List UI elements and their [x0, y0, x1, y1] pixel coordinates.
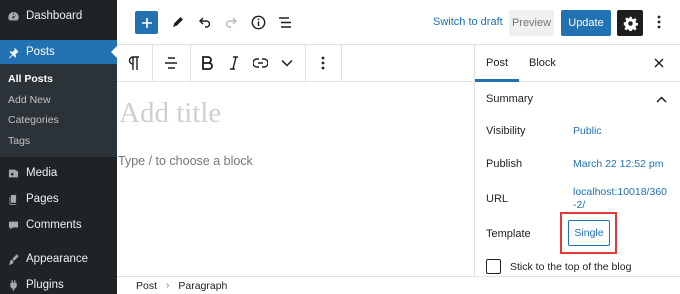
- block-inserter-button[interactable]: [135, 11, 158, 34]
- panel-title: Summary: [486, 93, 534, 105]
- tab-post[interactable]: Post: [486, 57, 508, 69]
- sidebar-item-appearance[interactable]: Appearance: [0, 247, 117, 271]
- sidebar-item-label: Pages: [26, 193, 59, 205]
- admin-sidebar: Dashboard Posts All Posts Add New Catego…: [0, 0, 117, 294]
- sidebar-item-plugins[interactable]: Plugins: [0, 273, 117, 294]
- submenu-categories[interactable]: Categories: [0, 110, 117, 131]
- editor-header: Switch to draft Preview Update: [117, 0, 680, 45]
- align-button[interactable]: [161, 53, 181, 73]
- sidebar-item-media[interactable]: Media: [0, 161, 117, 185]
- sidebar-item-label: Plugins: [26, 279, 64, 291]
- chevron-right-icon: ›: [166, 280, 170, 291]
- submenu-add-new[interactable]: Add New: [0, 90, 117, 111]
- chevron-up-icon: [655, 93, 667, 105]
- options-button[interactable]: [651, 12, 667, 32]
- media-icon: [6, 166, 20, 180]
- submenu-tags[interactable]: Tags: [0, 131, 117, 152]
- sidebar-item-dashboard[interactable]: Dashboard: [0, 4, 117, 28]
- sticky-checkbox[interactable]: [486, 259, 501, 274]
- publish-label: Publish: [486, 158, 523, 170]
- toolbar-divider: [152, 45, 153, 82]
- settings-tabs: Post Block: [475, 45, 680, 82]
- pages-icon: [6, 192, 20, 206]
- visibility-toggle[interactable]: Public: [573, 125, 602, 137]
- toolbar-divider: [305, 45, 306, 82]
- gear-icon: [623, 16, 638, 31]
- undo-icon: [199, 17, 211, 28]
- list-view-button[interactable]: [275, 12, 295, 32]
- template-button[interactable]: Single: [568, 220, 610, 246]
- close-icon: [654, 58, 664, 68]
- block-type-button[interactable]: [124, 53, 144, 73]
- url-toggle-line-2[interactable]: -2/: [573, 199, 585, 211]
- more-rich-text-button[interactable]: [277, 53, 297, 73]
- url-label: URL: [486, 193, 509, 205]
- toolbar-divider: [341, 45, 342, 82]
- post-title-input[interactable]: Add title: [119, 97, 221, 130]
- chevron-down-icon: [281, 59, 293, 67]
- tools-button[interactable]: [168, 12, 188, 32]
- pencil-icon: [173, 17, 183, 27]
- align-left-icon: [165, 57, 177, 69]
- sidebar-item-label: Comments: [26, 219, 82, 231]
- plus-icon: [141, 17, 152, 28]
- url-toggle-line-1[interactable]: localhost:10018/360: [573, 186, 667, 198]
- plugin-icon: [6, 278, 20, 292]
- link-button[interactable]: [250, 53, 270, 73]
- publish-date-toggle[interactable]: March 22 12:52 pm: [573, 158, 663, 170]
- paragraph-block[interactable]: Type / to choose a block: [118, 154, 253, 168]
- breadcrumb-paragraph[interactable]: Paragraph: [178, 280, 227, 292]
- details-button[interactable]: [248, 12, 268, 32]
- template-label: Template: [486, 228, 531, 240]
- more-vertical-icon: [321, 56, 325, 70]
- paragraph-icon: [128, 55, 139, 70]
- preview-button[interactable]: Preview: [509, 10, 554, 36]
- submenu-all-posts[interactable]: All Posts: [0, 69, 117, 90]
- more-vertical-icon: [657, 15, 661, 29]
- comment-icon: [6, 218, 20, 232]
- update-button[interactable]: Update: [561, 10, 611, 36]
- editor-canvas: Add title Type / to choose a block: [117, 82, 474, 276]
- redo-button[interactable]: [221, 12, 241, 32]
- bold-icon: [202, 56, 213, 70]
- redo-icon: [225, 17, 237, 28]
- brush-icon: [6, 252, 20, 266]
- dashboard-icon: [6, 9, 20, 23]
- sidebar-item-posts[interactable]: Posts: [0, 40, 117, 64]
- sidebar-item-label: Media: [26, 167, 58, 179]
- list-view-icon: [278, 16, 291, 28]
- toolbar-divider: [190, 45, 191, 82]
- sidebar-item-pages[interactable]: Pages: [0, 187, 117, 211]
- sidebar-item-label: Posts: [26, 46, 55, 58]
- close-settings-button[interactable]: [652, 56, 666, 70]
- sidebar-item-comments[interactable]: Comments: [0, 213, 117, 237]
- block-toolbar: [117, 45, 474, 82]
- switch-to-draft-button[interactable]: Switch to draft: [433, 16, 503, 28]
- italic-icon: [230, 56, 238, 70]
- bold-button[interactable]: [197, 53, 217, 73]
- block-options-button[interactable]: [313, 53, 333, 73]
- breadcrumb-post[interactable]: Post: [136, 280, 157, 292]
- settings-button[interactable]: [617, 10, 643, 36]
- sticky-label: Stick to the top of the blog: [510, 261, 632, 273]
- italic-button[interactable]: [224, 53, 244, 73]
- info-icon: [251, 15, 265, 29]
- sidebar-item-label: Appearance: [26, 253, 89, 265]
- posts-submenu: All Posts Add New Categories Tags: [0, 64, 117, 157]
- sidebar-item-label: Dashboard: [26, 10, 83, 22]
- visibility-label: Visibility: [486, 125, 526, 137]
- undo-button[interactable]: [195, 12, 215, 32]
- summary-panel-toggle[interactable]: Summary: [475, 82, 680, 114]
- tab-block[interactable]: Block: [529, 57, 556, 69]
- settings-sidebar: Post Block Summary Visibility Public Pub…: [474, 45, 680, 276]
- link-icon: [252, 58, 268, 68]
- pin-icon: [6, 45, 20, 59]
- breadcrumb: Post › Paragraph: [117, 276, 680, 294]
